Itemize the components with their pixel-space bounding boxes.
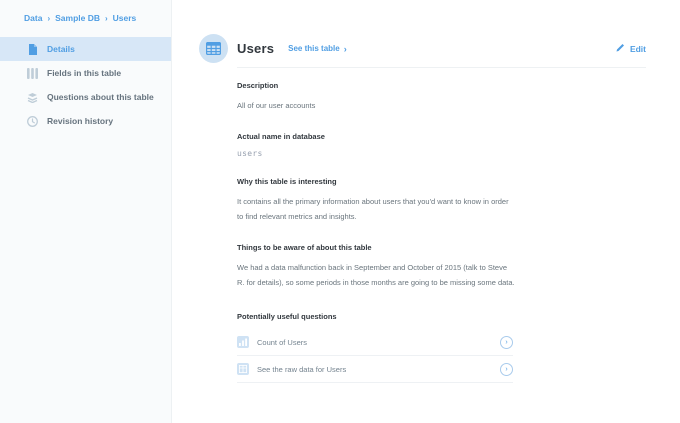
- chevron-right-icon: ›: [47, 14, 50, 23]
- question-row-count-of-users[interactable]: Count of Users ›: [237, 329, 513, 356]
- questions-icon: [27, 92, 38, 103]
- sidebar: Data › Sample DB › Users Details Fields …: [0, 0, 172, 423]
- section-body: We had a data malfunction back in Septem…: [237, 260, 515, 290]
- breadcrumb-sample-db[interactable]: Sample DB: [55, 13, 100, 23]
- sidebar-item-history[interactable]: Revision history: [0, 109, 171, 133]
- section-aware: Things to be aware of about this table W…: [237, 243, 515, 290]
- fields-icon: [27, 68, 38, 79]
- section-heading: Why this table is interesting: [237, 177, 515, 186]
- document-icon: [27, 44, 38, 55]
- history-icon: [27, 116, 38, 127]
- data-reference-page: Data › Sample DB › Users Details Fields …: [0, 0, 680, 423]
- table-details: Description All of our user accounts Act…: [237, 81, 515, 383]
- edit-button[interactable]: Edit: [616, 43, 646, 54]
- arrow-circle-icon[interactable]: ›: [500, 336, 513, 349]
- table-icon: [237, 363, 249, 375]
- sidebar-item-questions[interactable]: Questions about this table: [0, 85, 171, 109]
- breadcrumb-users[interactable]: Users: [113, 13, 137, 23]
- section-body: It contains all the primary information …: [237, 194, 515, 224]
- table-icon: [199, 34, 228, 63]
- section-heading: Description: [237, 81, 515, 90]
- header-divider: [237, 67, 646, 68]
- breadcrumb: Data › Sample DB › Users: [0, 0, 171, 23]
- chevron-right-icon: ›: [105, 14, 108, 23]
- page-title: Users: [237, 41, 274, 56]
- sidebar-item-label: Revision history: [47, 116, 113, 126]
- section-interesting: Why this table is interesting It contain…: [237, 177, 515, 224]
- question-label: Count of Users: [257, 338, 307, 347]
- chevron-right-icon: ›: [344, 44, 347, 54]
- sidebar-item-label: Details: [47, 44, 75, 54]
- pencil-icon: [616, 43, 625, 54]
- number-icon: [237, 336, 249, 348]
- sidebar-item-details[interactable]: Details: [0, 37, 171, 61]
- sidebar-nav: Details Fields in this table Questions a…: [0, 37, 171, 133]
- sidebar-item-fields[interactable]: Fields in this table: [0, 61, 171, 85]
- section-description: Description All of our user accounts: [237, 81, 515, 113]
- useful-questions-section: Potentially useful questions Count of Us…: [237, 312, 515, 383]
- arrow-circle-icon[interactable]: ›: [500, 363, 513, 376]
- section-actual-name: Actual name in database users: [237, 132, 515, 158]
- question-row-raw-data[interactable]: See the raw data for Users ›: [237, 356, 513, 383]
- see-this-table-link[interactable]: See this table ›: [288, 44, 347, 54]
- section-body: All of our user accounts: [237, 98, 515, 113]
- breadcrumb-data[interactable]: Data: [24, 13, 42, 23]
- sidebar-item-label: Fields in this table: [47, 68, 121, 78]
- sidebar-item-label: Questions about this table: [47, 92, 154, 102]
- see-this-table-label: See this table: [288, 44, 340, 53]
- useful-questions-list: Count of Users › See the raw data for Us…: [237, 329, 513, 383]
- main-content: Users See this table › Edit Description …: [172, 0, 680, 423]
- section-heading: Actual name in database: [237, 132, 515, 141]
- question-label: See the raw data for Users: [257, 365, 346, 374]
- section-heading: Things to be aware of about this table: [237, 243, 515, 252]
- database-table-name: users: [237, 149, 515, 158]
- useful-questions-heading: Potentially useful questions: [237, 312, 515, 321]
- table-header: Users See this table › Edit: [199, 34, 646, 63]
- edit-label: Edit: [630, 44, 646, 54]
